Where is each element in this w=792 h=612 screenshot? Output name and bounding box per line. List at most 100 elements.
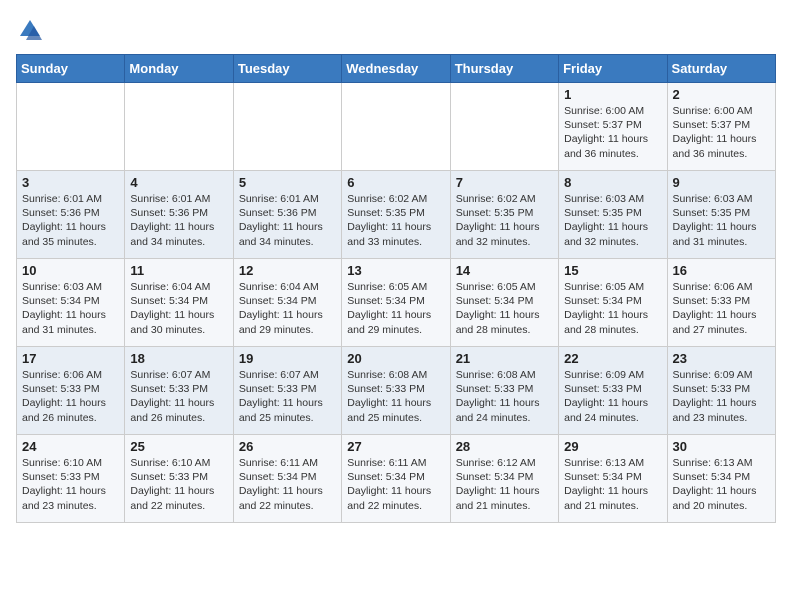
calendar-cell: 17 Sunrise: 6:06 AM Sunset: 5:33 PM Dayli… bbox=[17, 347, 125, 435]
weekday-header-friday: Friday bbox=[559, 55, 667, 83]
logo-icon bbox=[16, 16, 44, 44]
day-info: Sunrise: 6:03 AM Sunset: 5:35 PM Dayligh… bbox=[673, 192, 770, 249]
calendar-cell bbox=[125, 83, 233, 171]
day-number: 18 bbox=[130, 351, 227, 366]
day-info: Sunrise: 6:09 AM Sunset: 5:33 PM Dayligh… bbox=[564, 368, 661, 425]
day-info: Sunrise: 6:05 AM Sunset: 5:34 PM Dayligh… bbox=[456, 280, 553, 337]
day-number: 10 bbox=[22, 263, 119, 278]
calendar-table: SundayMondayTuesdayWednesdayThursdayFrid… bbox=[16, 54, 776, 523]
day-number: 24 bbox=[22, 439, 119, 454]
weekday-header-saturday: Saturday bbox=[667, 55, 775, 83]
calendar-cell: 29 Sunrise: 6:13 AM Sunset: 5:34 PM Dayli… bbox=[559, 435, 667, 523]
day-number: 29 bbox=[564, 439, 661, 454]
day-info: Sunrise: 6:07 AM Sunset: 5:33 PM Dayligh… bbox=[130, 368, 227, 425]
calendar-week-2: 3 Sunrise: 6:01 AM Sunset: 5:36 PM Daylig… bbox=[17, 171, 776, 259]
calendar-week-3: 10 Sunrise: 6:03 AM Sunset: 5:34 PM Dayli… bbox=[17, 259, 776, 347]
day-number: 15 bbox=[564, 263, 661, 278]
day-number: 30 bbox=[673, 439, 770, 454]
day-number: 26 bbox=[239, 439, 336, 454]
day-info: Sunrise: 6:05 AM Sunset: 5:34 PM Dayligh… bbox=[564, 280, 661, 337]
day-number: 17 bbox=[22, 351, 119, 366]
calendar-cell bbox=[342, 83, 450, 171]
day-info: Sunrise: 6:09 AM Sunset: 5:33 PM Dayligh… bbox=[673, 368, 770, 425]
calendar-cell: 11 Sunrise: 6:04 AM Sunset: 5:34 PM Dayli… bbox=[125, 259, 233, 347]
calendar-cell: 16 Sunrise: 6:06 AM Sunset: 5:33 PM Dayli… bbox=[667, 259, 775, 347]
logo bbox=[16, 16, 48, 44]
day-number: 9 bbox=[673, 175, 770, 190]
calendar-cell: 30 Sunrise: 6:13 AM Sunset: 5:34 PM Dayli… bbox=[667, 435, 775, 523]
calendar-cell: 25 Sunrise: 6:10 AM Sunset: 5:33 PM Dayli… bbox=[125, 435, 233, 523]
weekday-header-thursday: Thursday bbox=[450, 55, 558, 83]
calendar-cell: 19 Sunrise: 6:07 AM Sunset: 5:33 PM Dayli… bbox=[233, 347, 341, 435]
weekday-row: SundayMondayTuesdayWednesdayThursdayFrid… bbox=[17, 55, 776, 83]
day-info: Sunrise: 6:03 AM Sunset: 5:34 PM Dayligh… bbox=[22, 280, 119, 337]
calendar-cell: 23 Sunrise: 6:09 AM Sunset: 5:33 PM Dayli… bbox=[667, 347, 775, 435]
calendar-cell: 7Sunrise: 6:02 AM Sunset: 5:35 PM Daylig… bbox=[450, 171, 558, 259]
day-info: Sunrise: 6:05 AM Sunset: 5:34 PM Dayligh… bbox=[347, 280, 444, 337]
day-info: Sunrise: 6:12 AM Sunset: 5:34 PM Dayligh… bbox=[456, 456, 553, 513]
calendar-cell bbox=[17, 83, 125, 171]
calendar-body: 1 Sunrise: 6:00 AM Sunset: 5:37 PM Daylig… bbox=[17, 83, 776, 523]
day-number: 1 bbox=[564, 87, 661, 102]
page-header bbox=[16, 16, 776, 44]
day-number: 11 bbox=[130, 263, 227, 278]
day-number: 28 bbox=[456, 439, 553, 454]
calendar-header: SundayMondayTuesdayWednesdayThursdayFrid… bbox=[17, 55, 776, 83]
day-info: Sunrise: 6:10 AM Sunset: 5:33 PM Dayligh… bbox=[130, 456, 227, 513]
day-info: Sunrise: 6:04 AM Sunset: 5:34 PM Dayligh… bbox=[239, 280, 336, 337]
day-number: 7 bbox=[456, 175, 553, 190]
day-number: 13 bbox=[347, 263, 444, 278]
day-number: 22 bbox=[564, 351, 661, 366]
calendar-cell: 9 Sunrise: 6:03 AM Sunset: 5:35 PM Daylig… bbox=[667, 171, 775, 259]
calendar-cell: 24 Sunrise: 6:10 AM Sunset: 5:33 PM Dayli… bbox=[17, 435, 125, 523]
day-number: 16 bbox=[673, 263, 770, 278]
calendar-week-1: 1 Sunrise: 6:00 AM Sunset: 5:37 PM Daylig… bbox=[17, 83, 776, 171]
weekday-header-sunday: Sunday bbox=[17, 55, 125, 83]
day-info: Sunrise: 6:10 AM Sunset: 5:33 PM Dayligh… bbox=[22, 456, 119, 513]
day-info: Sunrise: 6:11 AM Sunset: 5:34 PM Dayligh… bbox=[239, 456, 336, 513]
calendar-week-4: 17 Sunrise: 6:06 AM Sunset: 5:33 PM Dayli… bbox=[17, 347, 776, 435]
day-info: Sunrise: 6:01 AM Sunset: 5:36 PM Dayligh… bbox=[130, 192, 227, 249]
calendar-week-5: 24 Sunrise: 6:10 AM Sunset: 5:33 PM Dayli… bbox=[17, 435, 776, 523]
calendar-cell: 3 Sunrise: 6:01 AM Sunset: 5:36 PM Daylig… bbox=[17, 171, 125, 259]
calendar-cell: 12 Sunrise: 6:04 AM Sunset: 5:34 PM Dayli… bbox=[233, 259, 341, 347]
calendar-cell: 10 Sunrise: 6:03 AM Sunset: 5:34 PM Dayli… bbox=[17, 259, 125, 347]
day-info: Sunrise: 6:00 AM Sunset: 5:37 PM Dayligh… bbox=[673, 104, 770, 161]
calendar-cell bbox=[450, 83, 558, 171]
day-number: 8 bbox=[564, 175, 661, 190]
calendar-cell: 18 Sunrise: 6:07 AM Sunset: 5:33 PM Dayli… bbox=[125, 347, 233, 435]
calendar-cell: 1Sunrise: 6:00 AM Sunset: 5:37 PM Daylig… bbox=[559, 83, 667, 171]
calendar-cell: 5 Sunrise: 6:01 AM Sunset: 5:36 PM Daylig… bbox=[233, 171, 341, 259]
day-info: Sunrise: 6:13 AM Sunset: 5:34 PM Dayligh… bbox=[673, 456, 770, 513]
calendar-cell: 27Sunrise: 6:11 AM Sunset: 5:34 PM Dayli… bbox=[342, 435, 450, 523]
day-info: Sunrise: 6:01 AM Sunset: 5:36 PM Dayligh… bbox=[22, 192, 119, 249]
day-info: Sunrise: 6:04 AM Sunset: 5:34 PM Dayligh… bbox=[130, 280, 227, 337]
calendar-cell: 28 Sunrise: 6:12 AM Sunset: 5:34 PM Dayli… bbox=[450, 435, 558, 523]
day-info: Sunrise: 6:06 AM Sunset: 5:33 PM Dayligh… bbox=[22, 368, 119, 425]
weekday-header-monday: Monday bbox=[125, 55, 233, 83]
weekday-header-tuesday: Tuesday bbox=[233, 55, 341, 83]
day-number: 6 bbox=[347, 175, 444, 190]
day-number: 3 bbox=[22, 175, 119, 190]
day-number: 4 bbox=[130, 175, 227, 190]
day-number: 19 bbox=[239, 351, 336, 366]
day-number: 25 bbox=[130, 439, 227, 454]
day-number: 5 bbox=[239, 175, 336, 190]
day-number: 12 bbox=[239, 263, 336, 278]
day-info: Sunrise: 6:07 AM Sunset: 5:33 PM Dayligh… bbox=[239, 368, 336, 425]
day-info: Sunrise: 6:11 AM Sunset: 5:34 PM Dayligh… bbox=[347, 456, 444, 513]
day-info: Sunrise: 6:03 AM Sunset: 5:35 PM Dayligh… bbox=[564, 192, 661, 249]
day-info: Sunrise: 6:08 AM Sunset: 5:33 PM Dayligh… bbox=[456, 368, 553, 425]
calendar-cell: 21Sunrise: 6:08 AM Sunset: 5:33 PM Dayli… bbox=[450, 347, 558, 435]
day-number: 2 bbox=[673, 87, 770, 102]
day-number: 23 bbox=[673, 351, 770, 366]
calendar-cell: 15 Sunrise: 6:05 AM Sunset: 5:34 PM Dayli… bbox=[559, 259, 667, 347]
calendar-cell: 22 Sunrise: 6:09 AM Sunset: 5:33 PM Dayli… bbox=[559, 347, 667, 435]
day-info: Sunrise: 6:13 AM Sunset: 5:34 PM Dayligh… bbox=[564, 456, 661, 513]
day-number: 14 bbox=[456, 263, 553, 278]
day-info: Sunrise: 6:01 AM Sunset: 5:36 PM Dayligh… bbox=[239, 192, 336, 249]
calendar-cell: 14 Sunrise: 6:05 AM Sunset: 5:34 PM Dayli… bbox=[450, 259, 558, 347]
day-info: Sunrise: 6:08 AM Sunset: 5:33 PM Dayligh… bbox=[347, 368, 444, 425]
calendar-cell bbox=[233, 83, 341, 171]
day-info: Sunrise: 6:06 AM Sunset: 5:33 PM Dayligh… bbox=[673, 280, 770, 337]
